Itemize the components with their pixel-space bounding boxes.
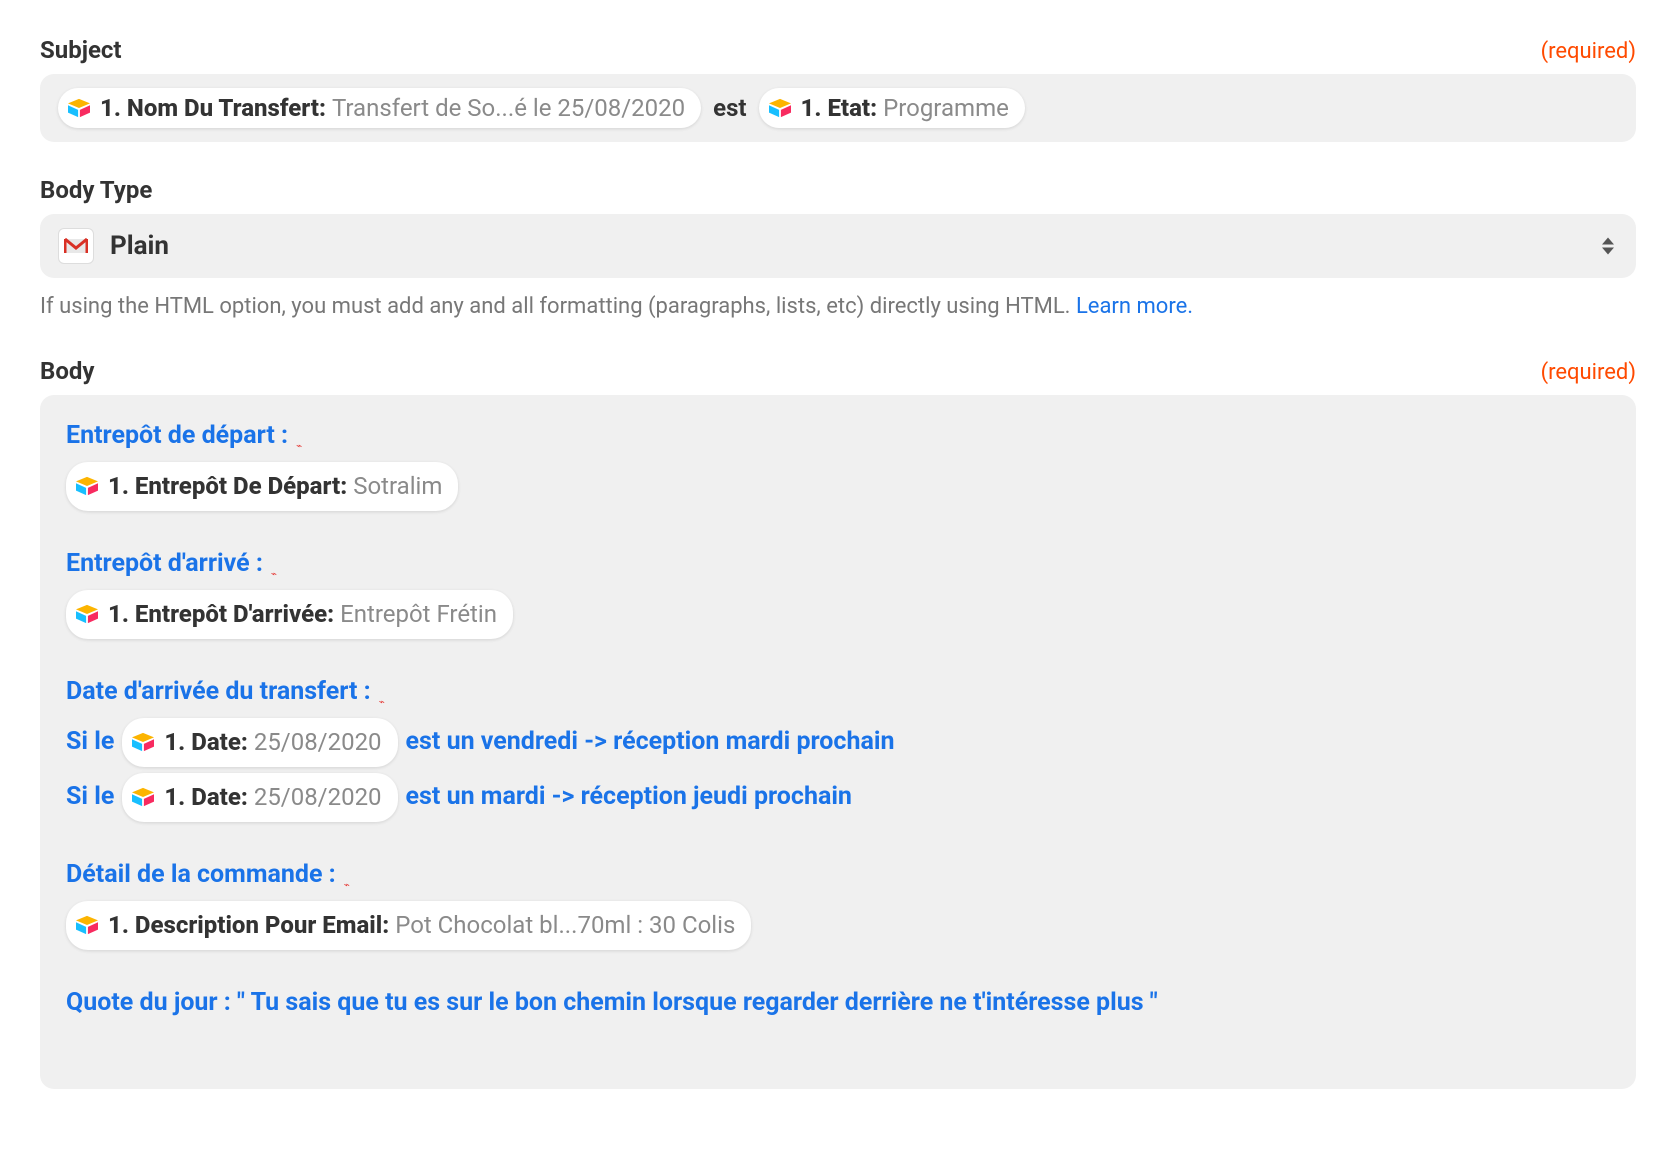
subject-label: Subject	[40, 36, 122, 64]
subject-input[interactable]: 1. Nom Du Transfert: Transfert de So...é…	[40, 74, 1636, 142]
spellcheck-mark: ⌁	[379, 695, 385, 711]
pill-label: 1. Entrepôt De Départ:	[108, 468, 347, 505]
pill-label: 1. Date:	[164, 779, 247, 816]
pill-value: Programme	[883, 94, 1009, 122]
subject-required-tag: (required)	[1541, 39, 1636, 64]
spellcheck-mark: ⌁	[271, 567, 277, 583]
body-label: Body	[40, 357, 94, 385]
pill-label: 1. Description Pour Email:	[108, 907, 389, 944]
pill-value: Sotralim	[353, 468, 442, 505]
quote-text: Quote du jour : " Tu sais que tu es sur …	[66, 984, 1158, 1023]
body-type-help: If using the HTML option, you must add a…	[40, 290, 1636, 323]
subject-header: Subject (required)	[40, 36, 1636, 64]
body-field: Body (required) Entrepôt de départ : ⌁ 1.…	[40, 357, 1636, 1089]
section-title-date: Date d'arrivée du transfert :	[66, 673, 371, 712]
body-type-field: Body Type Plain If using the HTML option…	[40, 176, 1636, 323]
body-required-tag: (required)	[1541, 360, 1636, 385]
body-input[interactable]: Entrepôt de départ : ⌁ 1. Entrepôt De Dép…	[40, 395, 1636, 1089]
body-type-value: Plain	[110, 231, 169, 261]
body-type-select[interactable]: Plain	[40, 214, 1636, 278]
learn-more-link[interactable]: Learn more.	[1076, 294, 1193, 319]
airtable-icon	[132, 732, 154, 752]
help-text-content: If using the HTML option, you must add a…	[40, 294, 1076, 319]
pill-description-email[interactable]: 1. Description Pour Email: Pot Chocolat …	[66, 901, 751, 950]
pill-label: 1. Etat:	[801, 94, 878, 122]
pill-value: 25/08/2020	[254, 779, 382, 816]
text-vendredi: est un vendredi -> réception mardi proch…	[406, 723, 895, 762]
airtable-icon	[76, 476, 98, 496]
gmail-icon	[58, 228, 94, 264]
subject-field: Subject (required) 1. Nom Du Transfert: …	[40, 36, 1636, 142]
airtable-icon	[769, 98, 791, 118]
section-title-depart: Entrepôt de départ :	[66, 417, 288, 456]
pill-date-1[interactable]: 1. Date: 25/08/2020	[122, 718, 397, 767]
body-type-label: Body Type	[40, 176, 152, 204]
body-header: Body (required)	[40, 357, 1636, 385]
text-si-le-1: Si le	[66, 723, 114, 762]
pill-entrepot-arrivee[interactable]: 1. Entrepôt D'arrivée: Entrepôt Frétin	[66, 590, 513, 639]
pill-value: Pot Chocolat bl...70ml : 30 Colis	[395, 907, 735, 944]
pill-value: Entrepôt Frétin	[340, 596, 497, 633]
pill-label: 1. Date:	[164, 724, 247, 761]
section-title-commande: Détail de la commande :	[66, 856, 336, 895]
spellcheck-mark: ⌁	[296, 439, 302, 455]
pill-date-2[interactable]: 1. Date: 25/08/2020	[122, 773, 397, 822]
text-mardi: est un mardi -> réception jeudi prochain	[406, 778, 852, 817]
section-title-arrive: Entrepôt d'arrivé :	[66, 545, 263, 584]
subject-pill-etat[interactable]: 1. Etat: Programme	[759, 88, 1025, 128]
pill-label: 1. Nom Du Transfert:	[100, 94, 326, 122]
pill-label: 1. Entrepôt D'arrivée:	[108, 596, 334, 633]
body-type-header: Body Type	[40, 176, 1636, 204]
subject-text-est: est	[709, 94, 750, 122]
spellcheck-mark: ⌁	[344, 878, 350, 894]
airtable-icon	[76, 604, 98, 624]
text-si-le-2: Si le	[66, 778, 114, 817]
pill-value: 25/08/2020	[254, 724, 382, 761]
select-caret-icon	[1602, 238, 1614, 255]
pill-entrepot-depart[interactable]: 1. Entrepôt De Départ: Sotralim	[66, 462, 458, 511]
subject-pill-transfer-name[interactable]: 1. Nom Du Transfert: Transfert de So...é…	[58, 88, 701, 128]
pill-value: Transfert de So...é le 25/08/2020	[332, 94, 685, 122]
airtable-icon	[68, 98, 90, 118]
airtable-icon	[76, 915, 98, 935]
airtable-icon	[132, 787, 154, 807]
